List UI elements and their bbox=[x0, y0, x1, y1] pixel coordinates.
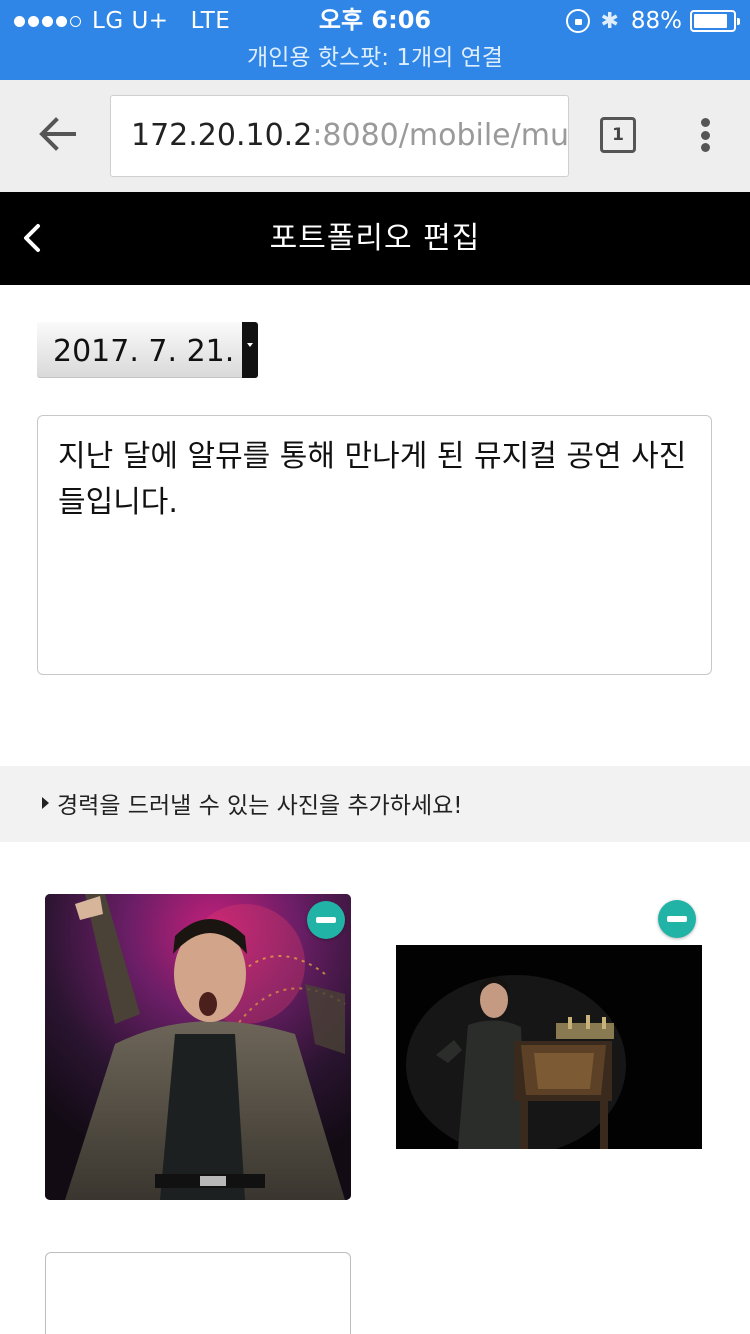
description-line-2: 들입니다. bbox=[58, 485, 178, 520]
portfolio-photo-1[interactable] bbox=[45, 894, 351, 1200]
hotspot-banner[interactable]: 개인용 핫스팟: 1개의 연결 bbox=[0, 42, 750, 74]
date-value: 2017. 7. 21. bbox=[53, 334, 235, 369]
battery-percent: 88% bbox=[630, 8, 682, 34]
photo-1-image bbox=[45, 894, 351, 1200]
url-host: 172.20.10.2 bbox=[131, 118, 313, 153]
description-textarea[interactable]: 지난 달에 알뮤를 통해 만나게 된 뮤지컬 공연 사진 들입니다. bbox=[37, 415, 712, 675]
url-bar[interactable]: 172.20.10.2:8080/mobile/musician bbox=[110, 95, 569, 177]
remove-photo-2-button[interactable] bbox=[658, 900, 696, 938]
browser-toolbar: 172.20.10.2:8080/mobile/musician 1 bbox=[0, 80, 750, 192]
tab-switcher-button[interactable]: 1 bbox=[600, 117, 636, 153]
add-photo-slot[interactable] bbox=[45, 1252, 351, 1334]
portfolio-photo-2[interactable] bbox=[396, 945, 702, 1149]
status-right: ✱ 88% bbox=[566, 6, 740, 36]
browser-back-icon[interactable] bbox=[36, 112, 80, 156]
battery-fill bbox=[694, 14, 728, 28]
battery-icon bbox=[690, 10, 740, 32]
page-header: 포트폴리오 편집 bbox=[0, 192, 750, 285]
date-select[interactable]: 2017. 7. 21. bbox=[37, 322, 258, 378]
bluetooth-icon: ✱ bbox=[600, 8, 619, 34]
dropdown-arrow-icon bbox=[242, 322, 258, 378]
photo-2-image bbox=[396, 945, 702, 1149]
caret-right-icon bbox=[42, 797, 49, 809]
photo-hint-strip: 경력을 드러낼 수 있는 사진을 추가하세요! bbox=[0, 766, 750, 842]
rotation-lock-icon bbox=[566, 9, 591, 33]
photo-hint-text: 경력을 드러낼 수 있는 사진을 추가하세요! bbox=[57, 793, 463, 819]
url-path: :8080/mobile/musician bbox=[312, 118, 569, 153]
page-title: 포트폴리오 편집 bbox=[269, 221, 481, 256]
description-line-1: 지난 달에 알뮤를 통해 만나게 된 뮤지컬 공연 사진 bbox=[58, 439, 687, 474]
status-bar: LG U+ LTE 오후 6:06 ✱ 88% 개인용 핫스팟: 1개의 연결 bbox=[0, 0, 750, 80]
browser-menu-icon[interactable] bbox=[701, 118, 711, 154]
remove-photo-1-button[interactable] bbox=[307, 901, 345, 939]
